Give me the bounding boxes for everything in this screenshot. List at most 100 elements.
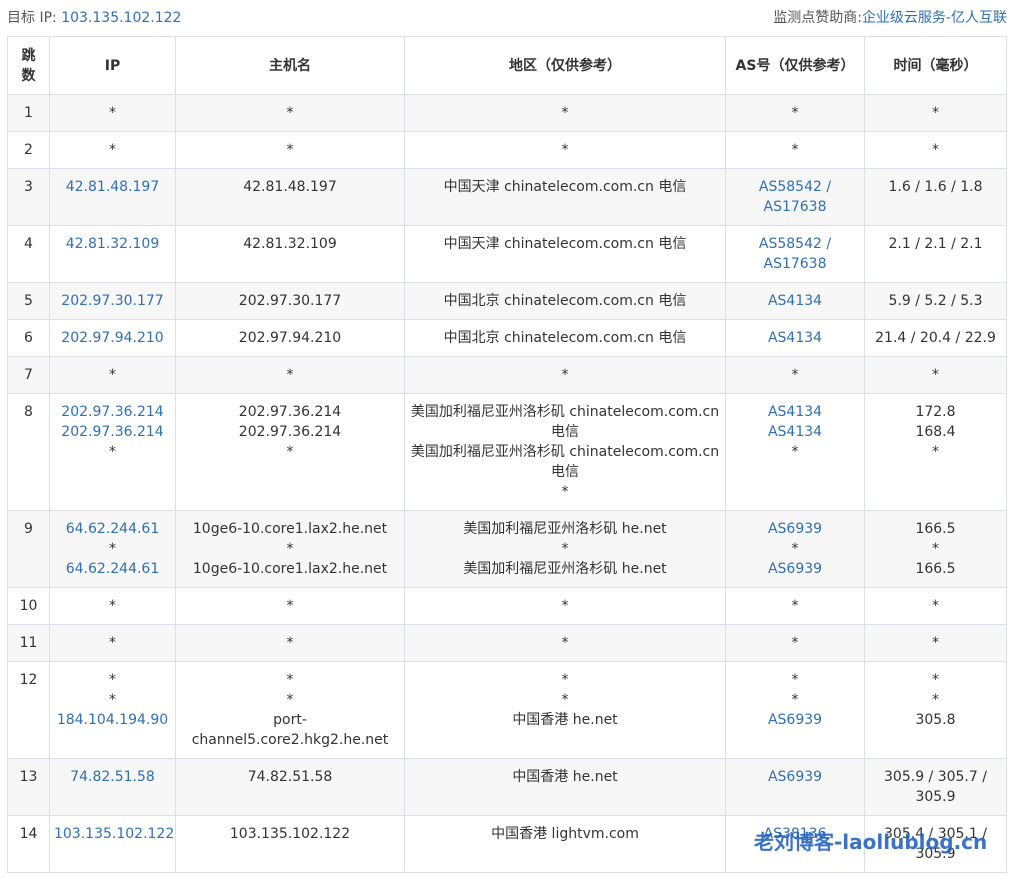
as-cell-line: * [791, 692, 799, 708]
hop-cell: 11 [7, 624, 50, 662]
time-cell-line: * [932, 367, 939, 383]
hostname-cell: * [175, 94, 405, 132]
region-cell-line: * [561, 672, 569, 688]
hop-cell: 13 [7, 758, 50, 816]
as-cell-line[interactable]: AS6939 [730, 519, 860, 539]
table-header-row: 跳 数 IP 主机名 地区（仅供参考） AS号（仅供参考） 时间（毫秒） [7, 36, 1007, 95]
region-cell: * [404, 131, 726, 169]
hostname-cell-line: * [286, 598, 294, 614]
table-body: 1 * * * * * 2 * * * * * 3 42.81.48.197 42.81.48.197 中国天… [7, 94, 1007, 873]
time-cell: 2.1 / 2.1 / 2.1 [864, 225, 1007, 283]
time-cell: * [864, 356, 1007, 394]
as-cell-line: * [791, 367, 799, 383]
top-info-bar: 目标 IP: 103.135.102.122 监测点赞助商:企业级云服务-亿人互… [0, 0, 1015, 34]
time-cell: * * 305.8 [864, 661, 1007, 759]
time-cell: 21.4 / 20.4 / 22.9 [864, 319, 1007, 357]
ip-cell-line[interactable]: 202.97.94.210 [54, 328, 171, 348]
ip-cell-line[interactable]: 103.135.102.122 [54, 824, 174, 844]
ip-cell-line[interactable]: 74.82.51.58 [54, 767, 171, 787]
ip-cell: * [49, 624, 176, 662]
ip-cell-line: * [109, 598, 116, 614]
as-cell-line[interactable]: AS6939 [730, 710, 860, 730]
time-cell-line: * [932, 635, 939, 651]
ip-cell: * [49, 587, 176, 625]
hop-cell: 7 [7, 356, 50, 394]
as-cell-line[interactable]: AS4134 [730, 422, 860, 442]
ip-cell-line[interactable]: 64.62.244.61 [54, 519, 171, 539]
target-ip-link[interactable]: 103.135.102.122 [61, 10, 181, 26]
table-row: 4 42.81.32.109 42.81.32.109 中国天津 chinatelec… [7, 225, 1007, 283]
ip-cell: 202.97.30.177 [49, 282, 176, 320]
table-row: 13 74.82.51.58 74.82.51.58 中国香港 he.net AS693… [7, 758, 1007, 816]
hostname-cell-line: port- [273, 712, 307, 728]
hop-cell: 8 [7, 393, 50, 511]
hop-cell: 2 [7, 131, 50, 169]
ip-cell-line: * [109, 635, 116, 651]
table-row: 8 202.97.36.214 202.97.36.214 * 202.97.36.21… [7, 393, 1007, 511]
hostname-cell: 202.97.36.214 202.97.36.214 * [175, 393, 405, 511]
region-cell-line: 中国天津 chinatelecom.com.cn 电信 [443, 179, 687, 195]
ip-cell-line: * [109, 367, 116, 383]
ip-cell-line[interactable]: 202.97.36.214 [54, 402, 171, 422]
region-cell-line: * [561, 692, 569, 708]
ip-cell-line[interactable]: 64.62.244.61 [54, 559, 171, 579]
sponsor-link[interactable]: 企业级云服务-亿人互联 [862, 10, 1007, 26]
time-cell-line: 305.9 / 305.7 / [884, 769, 987, 785]
time-cell-line: * [932, 598, 939, 614]
as-cell: AS6939 * AS6939 [725, 510, 865, 588]
as-cell-line[interactable]: AS17638 [730, 254, 860, 274]
ip-cell: * [49, 131, 176, 169]
time-cell: * [864, 94, 1007, 132]
ip-cell: 64.62.244.61 * 64.62.244.61 [49, 510, 176, 588]
ip-cell: 103.135.102.122 [49, 815, 176, 873]
ip-cell-line[interactable]: 202.97.30.177 [54, 291, 171, 311]
ip-cell-line: * [109, 541, 116, 557]
time-cell: 5.9 / 5.2 / 5.3 [864, 282, 1007, 320]
as-cell: AS6939 [725, 758, 865, 816]
region-cell: 中国天津 chinatelecom.com.cn 电信 [404, 225, 726, 283]
region-cell: 美国加利福尼亚州洛杉矶 he.net * 美国加利福尼亚州洛杉矶 he.net [404, 510, 726, 588]
region-cell-line: * [561, 484, 569, 500]
ip-cell-line[interactable]: 184.104.194.90 [54, 710, 171, 730]
as-cell-line[interactable]: AS6939 [730, 767, 860, 787]
as-cell-line[interactable]: AS58542 / [730, 234, 860, 254]
region-cell-line: 中国天津 chinatelecom.com.cn 电信 [443, 236, 687, 252]
hostname-cell-line: * [286, 635, 294, 651]
hostname-cell-line: * [286, 367, 294, 383]
time-cell: 166.5 * 166.5 [864, 510, 1007, 588]
as-cell-line[interactable]: AS4134 [730, 328, 860, 348]
hostname-cell-line: 42.81.32.109 [243, 236, 337, 252]
hop-cell: 1 [7, 94, 50, 132]
col-header-hostname: 主机名 [175, 36, 405, 95]
hostname-cell-line: 103.135.102.122 [229, 826, 351, 842]
region-cell-line: * [561, 367, 569, 383]
as-cell: * [725, 587, 865, 625]
hostname-cell: * [175, 624, 405, 662]
hostname-cell-line: * [286, 541, 294, 557]
ip-cell-line[interactable]: 42.81.48.197 [54, 177, 171, 197]
as-cell-line[interactable]: AS17638 [730, 197, 860, 217]
hop-cell: 6 [7, 319, 50, 357]
ip-cell-line[interactable]: 42.81.32.109 [54, 234, 171, 254]
as-cell-line: * [791, 142, 799, 158]
hop-cell: 14 [7, 815, 50, 873]
time-cell: * [864, 131, 1007, 169]
table-row: 1 * * * * * [7, 94, 1007, 132]
region-cell-line: 中国香港 he.net [512, 769, 618, 785]
ip-cell-line[interactable]: 202.97.36.214 [54, 422, 171, 442]
time-cell-line: * [932, 444, 939, 460]
region-cell: 中国天津 chinatelecom.com.cn 电信 [404, 168, 726, 226]
ip-cell: * * 184.104.194.90 [49, 661, 176, 759]
time-cell-line: 172.8 [915, 404, 956, 420]
region-cell: * * 中国香港 he.net [404, 661, 726, 759]
as-cell-line[interactable]: AS58542 / [730, 177, 860, 197]
as-cell-line[interactable]: AS4134 [730, 291, 860, 311]
region-cell-line: * [561, 635, 569, 651]
region-cell-line: * [561, 105, 569, 121]
as-cell-line[interactable]: AS4134 [730, 402, 860, 422]
region-cell-line: 中国北京 chinatelecom.com.cn 电信 [443, 293, 687, 309]
as-cell-line[interactable]: AS6939 [730, 559, 860, 579]
time-cell-line: 305.9 [915, 789, 956, 805]
sponsor-info: 监测点赞助商:企业级云服务-亿人互联 [773, 7, 1007, 27]
time-cell-line: * [932, 541, 939, 557]
